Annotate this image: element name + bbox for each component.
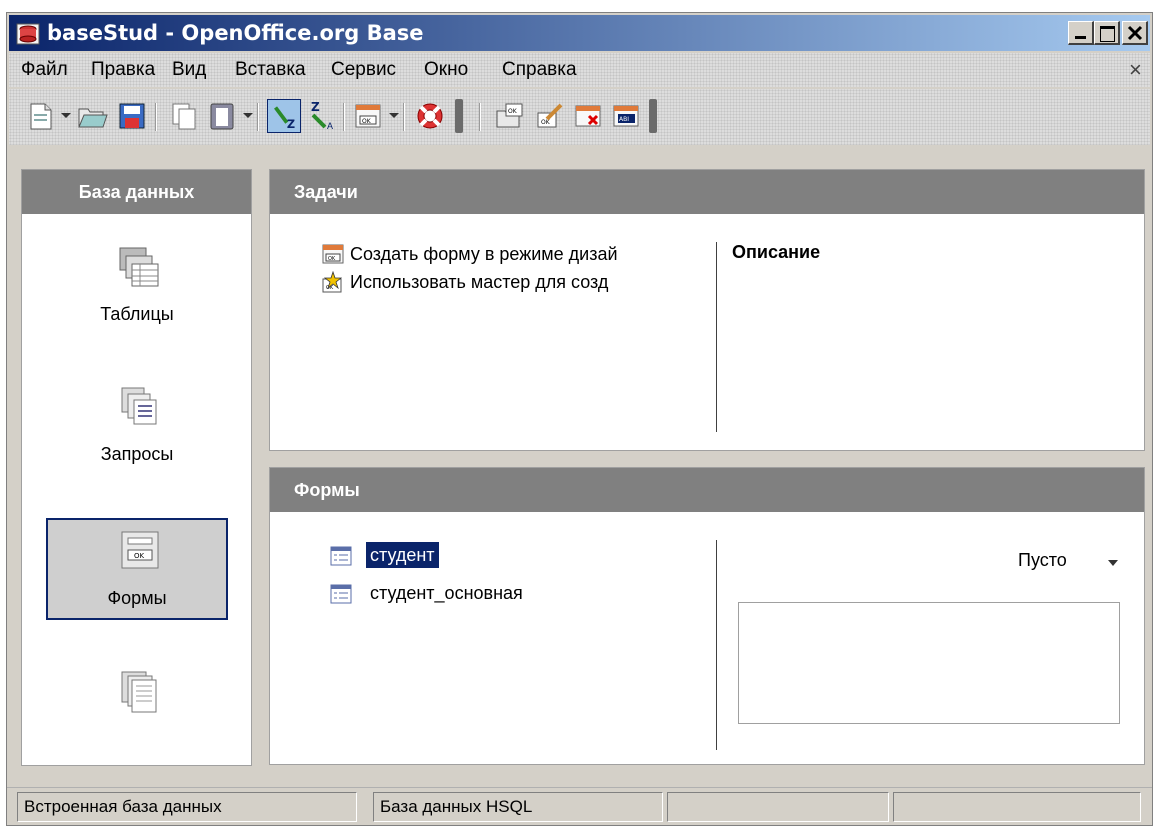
toolbar-separator [479, 103, 481, 131]
database-workspace: База данных Таблицы Запросы OK Формы Зад… [7, 149, 1152, 766]
preview-area [738, 602, 1120, 724]
form-dropdown-icon[interactable] [389, 113, 399, 118]
form-label-student: студент [366, 542, 439, 568]
menu-window[interactable]: Окно [424, 53, 468, 87]
menu-file[interactable]: Файл [21, 53, 68, 87]
sort-ascending-icon[interactable]: Z [267, 99, 301, 133]
minimize-button[interactable] [1068, 21, 1094, 45]
svg-text:A: A [327, 121, 333, 131]
paste-dropdown-icon[interactable] [243, 113, 253, 118]
task-use-wizard[interactable]: OK Использовать мастер для созд [322, 270, 702, 296]
svg-text:OK: OK [328, 256, 336, 262]
svg-text:OK: OK [508, 108, 518, 115]
maximize-button[interactable] [1094, 21, 1120, 45]
form-document-icon [330, 584, 352, 604]
help-icon[interactable] [413, 99, 447, 133]
database-panel-header: База данных [22, 170, 251, 214]
preview-mode-dropdown[interactable]: Пусто [1018, 550, 1067, 571]
task-create-form-design[interactable]: OK Создать форму в режиме дизай [322, 242, 702, 268]
sort-descending-icon[interactable]: ZA [305, 99, 339, 133]
menu-help[interactable]: Справка [502, 53, 577, 87]
status-cell-3 [667, 792, 889, 822]
tasks-panel-header: Задачи [270, 170, 1144, 214]
svg-text:OK: OK [362, 118, 372, 125]
menu-bar: Файл Правка Вид Вставка Сервис Окно Спра… [9, 53, 1150, 87]
task-label-wizard: Использовать мастер для созд [350, 272, 609, 292]
forms-panel: Формы студент студент_основная Пусто [269, 467, 1145, 765]
form-icon[interactable]: OK [351, 99, 385, 133]
window-title: baseStud - OpenOffice.org Base [47, 21, 424, 45]
chevron-down-icon[interactable] [1108, 560, 1118, 566]
forms-panel-header: Формы [270, 468, 1144, 512]
toolbar-separator [155, 103, 157, 131]
open-form-icon[interactable]: OK [493, 99, 527, 133]
toolbar: Z ZA OK OK OK ABI [9, 89, 1150, 145]
new-dropdown-icon[interactable] [61, 113, 71, 118]
nav-item-queries[interactable]: Запросы [46, 376, 228, 478]
svg-text:Z: Z [311, 100, 320, 114]
close-document-icon[interactable]: × [1129, 55, 1142, 85]
nav-item-forms[interactable]: OK Формы [46, 518, 228, 620]
nav-label-tables: Таблицы [100, 304, 174, 324]
toolbar-separator [343, 103, 345, 131]
description-heading: Описание [732, 242, 821, 262]
save-icon[interactable] [115, 99, 149, 133]
toolbar-separator [257, 103, 259, 131]
paste-icon[interactable] [205, 99, 239, 133]
queries-icon [121, 387, 157, 425]
copy-icon[interactable] [167, 99, 201, 133]
forms-icon: OK [121, 531, 159, 569]
rename-form-icon[interactable]: ABI [609, 99, 643, 133]
task-label-design: Создать форму в режиме дизай [350, 244, 618, 264]
toolbar-grip-handle[interactable] [649, 99, 657, 133]
toolbar-separator [403, 103, 405, 131]
menu-insert[interactable]: Вставка [235, 53, 306, 87]
status-cell-4 [893, 792, 1141, 822]
tasks-divider [716, 242, 717, 432]
forms-divider [716, 540, 717, 750]
svg-text:ABI: ABI [619, 116, 629, 123]
database-panel: База данных Таблицы Запросы OK Формы [21, 169, 252, 766]
menu-tools[interactable]: Сервис [331, 53, 396, 87]
svg-text:OK: OK [134, 552, 145, 560]
open-icon[interactable] [75, 99, 109, 133]
nav-label-queries: Запросы [100, 444, 174, 464]
close-button[interactable] [1122, 21, 1148, 45]
wizard-icon: OK [322, 271, 343, 293]
nav-item-reports[interactable] [46, 660, 228, 762]
nav-label-forms: Формы [107, 588, 167, 608]
design-form-icon: OK [322, 244, 344, 264]
tasks-panel: Задачи OK Создать форму в режиме дизай O… [269, 169, 1145, 451]
status-db-type: База данных HSQL [373, 792, 663, 822]
delete-form-icon[interactable] [571, 99, 605, 133]
tables-icon [119, 247, 159, 287]
title-bar[interactable]: baseStud - OpenOffice.org Base [9, 15, 1150, 51]
menu-edit[interactable]: Правка [91, 53, 155, 87]
edit-form-icon[interactable]: OK [533, 99, 567, 133]
form-document-icon [330, 546, 352, 566]
svg-text:OK: OK [541, 119, 551, 126]
openoffice-base-icon [16, 23, 40, 45]
status-bar: Встроенная база данных База данных HSQL [7, 787, 1152, 825]
toolbar-grip-handle[interactable] [455, 99, 463, 133]
close-icon [1127, 25, 1143, 41]
form-label-student-main: студент_основная [370, 583, 523, 603]
menu-view[interactable]: Вид [172, 53, 206, 87]
svg-text:Z: Z [287, 118, 295, 131]
status-embedded-db: Встроенная база данных [17, 792, 357, 822]
reports-icon [121, 671, 157, 713]
new-document-icon[interactable] [23, 99, 57, 133]
nav-item-tables[interactable]: Таблицы [46, 236, 228, 338]
app-window: baseStud - OpenOffice.org Base Файл Прав… [6, 12, 1153, 826]
